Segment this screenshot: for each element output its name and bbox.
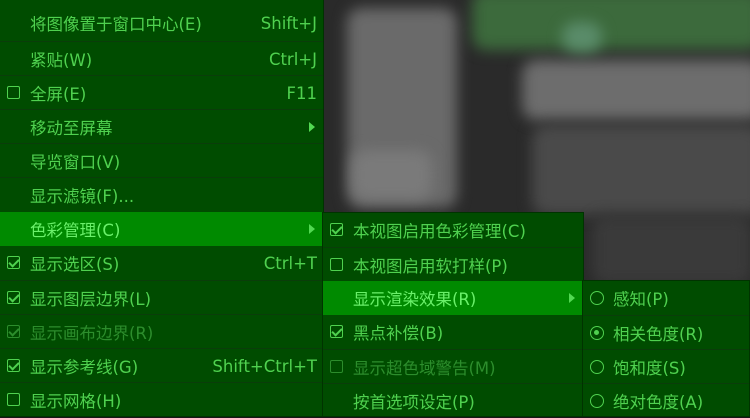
menu-item-label: 全屏(E) (30, 85, 87, 104)
canvas-blur-region (352, 150, 432, 200)
rendering-intent-submenu: 感知(P) 相关色度(R) 饱和度(S) 绝对色度(A) (582, 280, 750, 417)
menu-item-label: 移动至屏幕 (30, 119, 113, 138)
canvas-blur-region (532, 125, 750, 215)
menu-item-show-grid[interactable]: 显示网格(H) (0, 382, 323, 417)
canvas-blur-region (522, 60, 750, 120)
menu-item-shortcut: Shift+J (260, 13, 317, 33)
checkbox-icon[interactable] (7, 86, 20, 99)
checkbox-icon[interactable] (330, 325, 343, 338)
triangle-right-icon (309, 224, 315, 234)
canvas-blur-region (472, 0, 750, 50)
radio-button-icon[interactable] (590, 360, 604, 374)
menu-item-show-layer-boundary[interactable]: 显示图层边界(L) (0, 280, 323, 315)
menu-item-show-canvas-boundary: 显示画布边界(R) (0, 314, 323, 349)
menu-item-navigation-window[interactable]: 导览窗口(V) (0, 143, 323, 178)
menu-item-label: 显示超色域警告(M) (353, 359, 496, 378)
menu-item-label: 饱和度(S) (613, 359, 686, 378)
color-management-submenu: 本视图启用色彩管理(C) 本视图启用软打样(P) 显示渲染效果(R) 黑点补偿(… (322, 212, 584, 417)
triangle-right-icon (309, 122, 315, 132)
menu-item-label: 显示网格(H) (30, 392, 122, 411)
menu-item-label: 显示渲染效果(R) (353, 290, 477, 309)
menu-item-shortcut: Ctrl+J (268, 49, 317, 69)
radio-button-icon[interactable] (590, 326, 604, 340)
menu-item-fullscreen[interactable]: 全屏(E) F11 (0, 75, 323, 110)
menu-item-center-image[interactable]: 将图像置于窗口中心(E) Shift+J (0, 6, 323, 40)
menu-item-shortcut: Shift+Ctrl+T (212, 356, 317, 376)
menu-item-gamut-warning: 显示超色域警告(M) (323, 349, 583, 384)
menu-item-show-selection[interactable]: 显示选区(S) Ctrl+T (0, 246, 323, 280)
menu-item-saturation[interactable]: 饱和度(S) (583, 349, 749, 384)
menu-item-label: 显示选区(S) (30, 255, 120, 274)
checkbox-icon[interactable] (7, 256, 20, 269)
menu-item-label: 黑点补偿(B) (353, 324, 444, 343)
menu-item-label: 相关色度(R) (613, 325, 704, 344)
menu-item-enable-soft-proofing[interactable]: 本视图启用软打样(P) (323, 247, 583, 282)
canvas-blur-region (592, 215, 750, 285)
checkbox-icon (330, 360, 343, 373)
menu-item-display-rendering-intent[interactable]: 显示渲染效果(R) (323, 281, 583, 315)
menu-item-color-management[interactable]: 色彩管理(C) (0, 212, 323, 246)
menu-item-perceptual[interactable]: 感知(P) (583, 281, 749, 315)
menu-item-black-point-compensation[interactable]: 黑点补偿(B) (323, 315, 583, 349)
menu-item-label: 按首选项设定(P) (353, 393, 475, 412)
view-menu: 将图像置于窗口中心(E) Shift+J 紧贴(W) Ctrl+J 全屏(E) … (0, 0, 324, 417)
menu-item-label: 本视图启用色彩管理(C) (353, 222, 526, 241)
checkbox-icon[interactable] (330, 223, 343, 236)
menu-item-label: 导览窗口(V) (30, 153, 121, 172)
menu-item-label: 紧贴(W) (30, 51, 93, 70)
checkbox-icon[interactable] (7, 359, 20, 372)
menu-item-label: 色彩管理(C) (30, 221, 121, 240)
menu-item-enable-color-management[interactable]: 本视图启用色彩管理(C) (323, 213, 583, 247)
checkbox-icon[interactable] (330, 258, 343, 271)
radio-button-icon[interactable] (590, 291, 604, 305)
menu-item-relative-colorimetric[interactable]: 相关色度(R) (583, 315, 749, 350)
menu-item-display-filters[interactable]: 显示滤镜(F)... (0, 177, 323, 212)
menu-item-label: 显示画布边界(R) (30, 324, 154, 343)
menu-item-as-in-preferences[interactable]: 按首选项设定(P) (323, 383, 583, 418)
menu-item-label: 将图像置于窗口中心(E) (30, 15, 202, 34)
checkbox-icon (7, 325, 20, 338)
menu-item-snap[interactable]: 紧贴(W) Ctrl+J (0, 41, 323, 76)
radio-button-icon[interactable] (590, 394, 604, 408)
triangle-right-icon (569, 293, 575, 303)
menu-item-label: 显示滤镜(F)... (30, 187, 135, 206)
menu-item-label: 感知(P) (613, 290, 669, 309)
menu-item-label: 显示图层边界(L) (30, 290, 152, 309)
canvas-blur-region (562, 22, 602, 52)
menu-item-absolute-colorimetric[interactable]: 绝对色度(A) (583, 383, 749, 418)
menu-item-label: 绝对色度(A) (613, 393, 704, 412)
menu-item-shortcut: F11 (286, 83, 318, 103)
menu-item-label: 显示参考线(G) (30, 358, 139, 377)
menu-item-show-guides[interactable]: 显示参考线(G) Shift+Ctrl+T (0, 348, 323, 383)
checkbox-icon[interactable] (7, 291, 20, 304)
menu-item-shortcut: Ctrl+T (263, 253, 317, 273)
menu-item-label: 本视图启用软打样(P) (353, 257, 508, 276)
checkbox-icon[interactable] (7, 393, 20, 406)
menu-item-move-to-screen[interactable]: 移动至屏幕 (0, 109, 323, 144)
